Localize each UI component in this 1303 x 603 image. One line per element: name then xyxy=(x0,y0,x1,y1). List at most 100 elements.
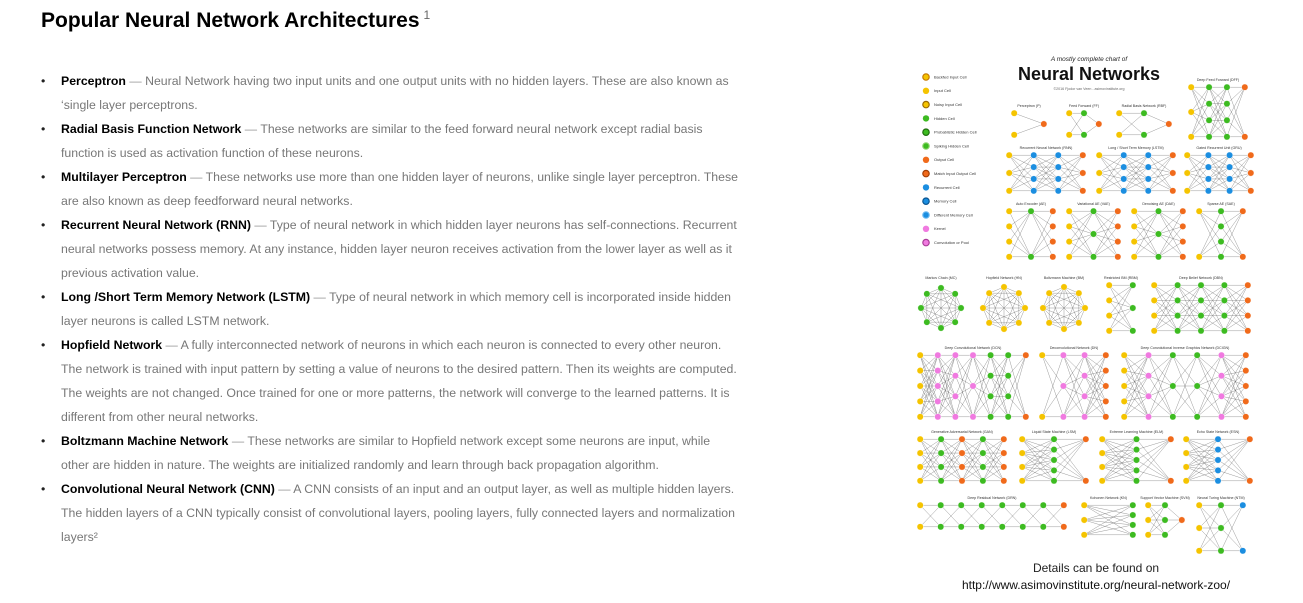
network-node xyxy=(979,435,987,443)
network-node xyxy=(1223,100,1231,108)
network-node xyxy=(1150,312,1158,319)
network-node xyxy=(1161,501,1169,509)
network-label: Neural Turing Machine (NTM) xyxy=(1197,496,1244,500)
network-node xyxy=(1005,187,1013,195)
network-node xyxy=(1065,222,1073,230)
network-node xyxy=(1120,382,1128,390)
network-node xyxy=(1205,116,1213,124)
network-node xyxy=(1105,296,1113,304)
network-node xyxy=(1065,253,1073,261)
network-node xyxy=(1010,109,1018,117)
bullet-marker: • xyxy=(41,290,46,304)
network-node xyxy=(1226,187,1233,195)
em-dash: — xyxy=(125,74,146,88)
network-node xyxy=(1144,163,1152,171)
network-node xyxy=(1217,238,1225,246)
network-label: Recurrent Neural Network (RNN) xyxy=(1020,146,1073,150)
network-node xyxy=(1018,463,1026,471)
network-node xyxy=(1144,175,1152,183)
architecture-item: • Recurrent Neural Network (RNN) — Type o… xyxy=(41,213,741,285)
network-node xyxy=(1021,304,1029,312)
network-node xyxy=(1129,531,1137,539)
network-node xyxy=(1247,187,1255,195)
network-node xyxy=(1059,382,1067,390)
bullet-marker: • xyxy=(41,170,46,184)
chart-title: Neural Networks xyxy=(1018,64,1160,84)
network-node xyxy=(1022,413,1030,421)
network-node xyxy=(1244,296,1252,304)
network-node xyxy=(1054,175,1062,183)
legend-label: Backfed Input Cell xyxy=(934,74,967,79)
page-title-text: Popular Neural Network Architectures xyxy=(41,9,420,32)
network-node xyxy=(916,413,924,421)
network-node xyxy=(1217,501,1225,509)
network-node xyxy=(1098,463,1106,471)
network-node xyxy=(1114,207,1122,215)
legend-swatch xyxy=(922,197,930,206)
network-node xyxy=(987,392,995,400)
network-node xyxy=(1130,253,1138,261)
legend-swatch xyxy=(922,169,930,178)
network-label: Generative Adversarial Network (GAN) xyxy=(931,430,993,434)
network-node xyxy=(1178,516,1186,524)
neural-network-zoo-chart: A mostly complete chart of Neural Networ… xyxy=(911,44,1256,560)
network-node xyxy=(1050,456,1058,464)
network-node xyxy=(998,501,1006,509)
network-node xyxy=(1220,327,1228,335)
network-node xyxy=(1095,169,1103,177)
network-node xyxy=(1050,446,1058,453)
network-node xyxy=(1039,501,1047,509)
network-node xyxy=(1179,253,1187,261)
network-node xyxy=(923,290,931,298)
network-node xyxy=(987,413,995,421)
network-node xyxy=(1195,253,1203,261)
network-label: Deep Convolutional Inverse Graphics Netw… xyxy=(1141,346,1230,350)
network-node xyxy=(1214,435,1222,443)
legend-swatch xyxy=(922,156,930,163)
network-node xyxy=(978,501,986,509)
network-node xyxy=(1030,187,1038,195)
network-node xyxy=(916,477,924,485)
network-label: Markov Chain (MC) xyxy=(925,276,956,280)
network-node xyxy=(987,372,995,380)
network-node xyxy=(1129,281,1137,289)
network-node xyxy=(1120,397,1128,405)
network-node xyxy=(957,304,965,312)
network-node xyxy=(1027,207,1035,215)
network-node xyxy=(1105,312,1113,319)
network-node xyxy=(1060,523,1068,531)
network-node xyxy=(1247,169,1255,177)
network-node xyxy=(952,372,959,380)
network-node xyxy=(1161,531,1169,539)
network-node xyxy=(1038,351,1046,359)
network-label: Kohonen Network (KN) xyxy=(1090,496,1127,500)
network-node xyxy=(985,289,993,297)
network-node xyxy=(979,477,987,485)
network-node xyxy=(1059,351,1067,359)
network-node xyxy=(1045,319,1053,327)
network-node xyxy=(1174,312,1181,319)
network-node xyxy=(1040,120,1048,128)
network-node xyxy=(1197,296,1205,304)
network-node xyxy=(1193,351,1201,359)
network-node xyxy=(1005,207,1013,215)
network-node xyxy=(934,367,942,374)
legend-swatch xyxy=(922,128,930,137)
architecture-term: Perceptron xyxy=(61,74,126,88)
network-node xyxy=(1129,327,1137,335)
network-node xyxy=(1005,151,1013,159)
network-node xyxy=(1060,501,1068,509)
network-node xyxy=(1204,163,1212,171)
network-node xyxy=(1241,83,1249,91)
network-node xyxy=(1244,312,1252,319)
network-node xyxy=(1223,116,1231,124)
network-node xyxy=(1027,253,1035,261)
legend-swatch xyxy=(922,225,930,232)
chart-credit: ©2016 Fjodor van Veen - asimovinstitute.… xyxy=(1054,87,1125,91)
network-node xyxy=(1241,133,1249,141)
network-node xyxy=(1217,253,1225,261)
network-node xyxy=(1030,151,1038,159)
network-node xyxy=(1174,327,1181,335)
network-node xyxy=(1144,501,1152,509)
network-node xyxy=(937,324,945,332)
